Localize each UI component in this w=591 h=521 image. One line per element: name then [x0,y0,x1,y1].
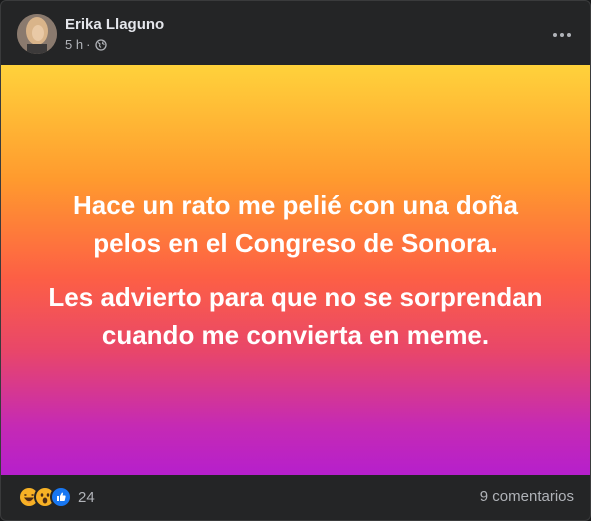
more-options-button[interactable] [548,19,576,47]
like-icon [50,486,72,508]
post-card: Erika Llaguno 5 h · Hace un rato me peli… [0,0,591,521]
post-time[interactable]: 5 h [65,37,83,52]
globe-icon[interactable] [95,38,108,51]
post-footer: 24 9 comentarios [1,475,590,520]
post-meta: 5 h · [65,37,108,52]
reaction-count: 24 [78,488,95,506]
post-background[interactable]: Hace un rato me pelié con una doña pelos… [1,65,590,475]
post-text-line-2: Les advierto para que no se sorprendan c… [48,282,543,350]
more-options-icon [553,24,571,42]
author-name[interactable]: Erika Llaguno [65,16,164,33]
meta-separator: · [86,37,91,52]
post-header: Erika Llaguno 5 h · [1,1,590,65]
reactions-summary[interactable]: 24 [18,486,95,508]
avatar[interactable] [17,14,57,54]
comments-count-link[interactable]: 9 comentarios [480,488,574,505]
post-text-line-1: Hace un rato me pelié con una doña pelos… [73,190,518,258]
